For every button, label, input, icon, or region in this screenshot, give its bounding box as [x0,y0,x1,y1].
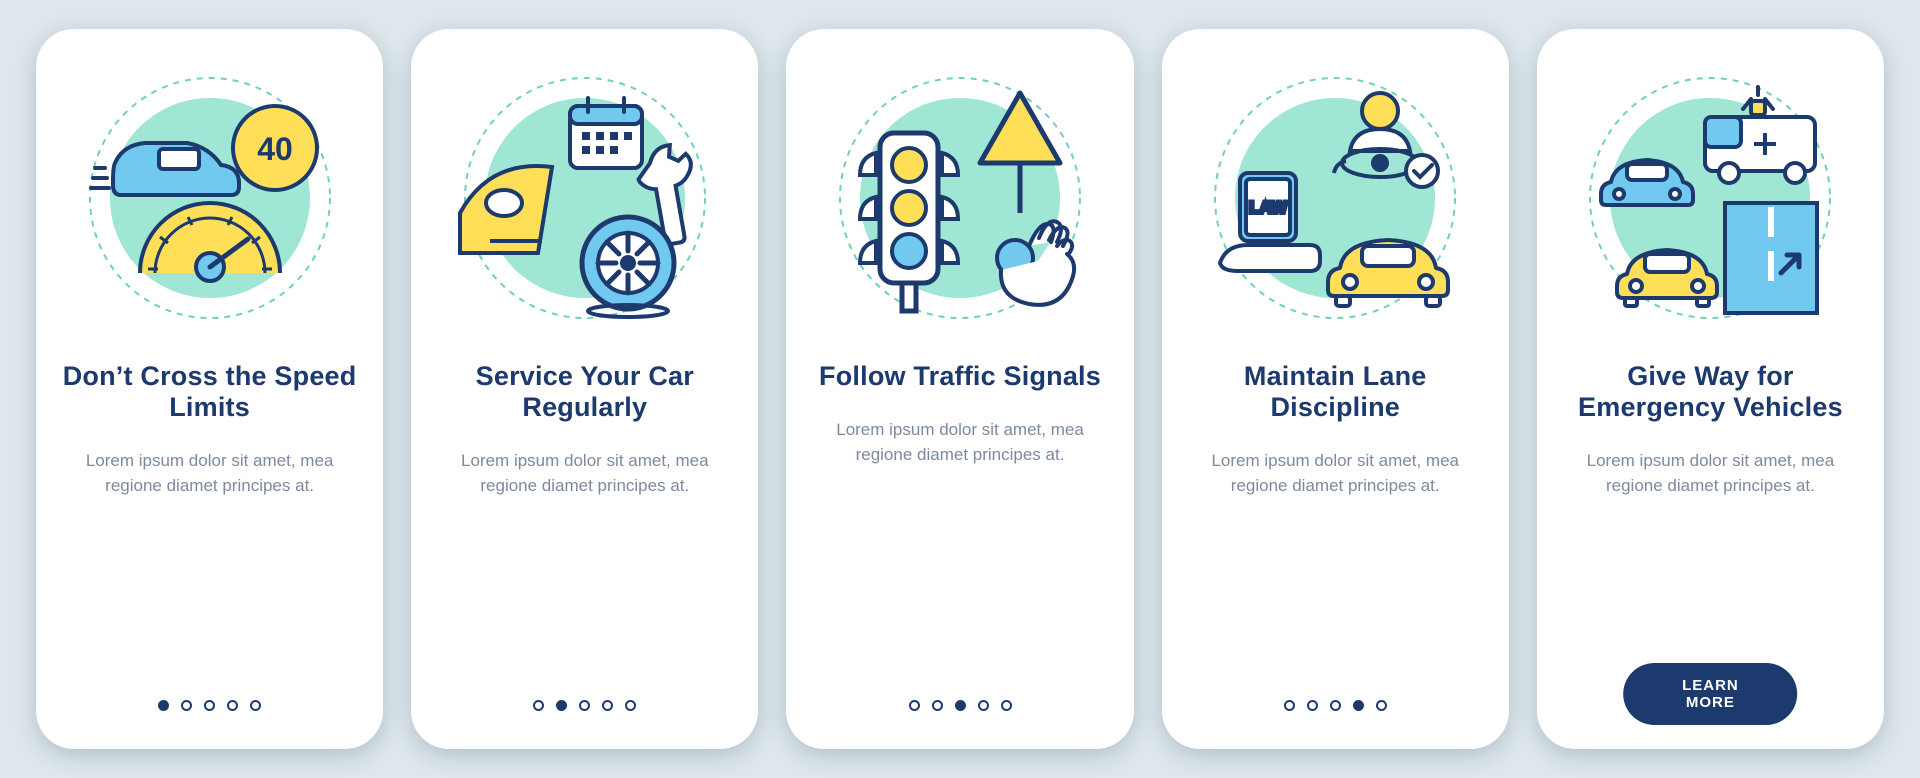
dot[interactable] [909,700,920,711]
dot[interactable] [250,700,261,711]
dot[interactable] [181,700,192,711]
dot[interactable] [602,700,613,711]
card-title: Service Your Car Regularly [437,361,732,423]
emergency-vehicle-icon [1575,63,1845,333]
onboarding-card-lane: LAW Maintain Lane Discipline Lorem ipsum… [1162,29,1509,749]
speed-limit-icon: 40 [75,63,345,333]
traffic-signal-icon [825,63,1095,333]
dot[interactable] [204,700,215,711]
dot-indicator [411,700,758,711]
onboarding-card-service: Service Your Car Regularly Lorem ipsum d… [411,29,758,749]
onboarding-card-speed: 40 [36,29,383,749]
dot[interactable] [978,700,989,711]
card-body: Lorem ipsum dolor sit amet, mea regione … [824,418,1095,467]
card-title: Follow Traffic Signals [819,361,1101,392]
dot[interactable] [1284,700,1295,711]
card-title: Give Way for Emergency Vehicles [1563,361,1858,423]
dot[interactable] [932,700,943,711]
onboarding-card-signals: Follow Traffic Signals Lorem ipsum dolor… [786,29,1133,749]
dot[interactable] [533,700,544,711]
dot[interactable] [1376,700,1387,711]
card-body: Lorem ipsum dolor sit amet, mea regione … [1575,449,1846,498]
car-service-icon [450,63,720,333]
card-title: Don’t Cross the Speed Limits [62,361,357,423]
speed-sign-value: 40 [257,131,293,167]
dot-indicator [786,700,1133,711]
lane-discipline-icon: LAW [1200,63,1470,333]
onboarding-card-emergency: Give Way for Emergency Vehicles Lorem ip… [1537,29,1884,749]
dot[interactable] [158,700,169,711]
card-title: Maintain Lane Discipline [1188,361,1483,423]
dot[interactable] [579,700,590,711]
dot[interactable] [1330,700,1341,711]
dot[interactable] [1001,700,1012,711]
law-label: LAW [1249,198,1288,217]
learn-more-button[interactable]: LEARN MORE [1624,663,1798,725]
dot[interactable] [1307,700,1318,711]
dot-indicator [1162,700,1509,711]
dot[interactable] [1353,700,1364,711]
dot[interactable] [955,700,966,711]
dot[interactable] [227,700,238,711]
dot[interactable] [556,700,567,711]
dot[interactable] [625,700,636,711]
dot-indicator [36,700,383,711]
card-body: Lorem ipsum dolor sit amet, mea regione … [74,449,345,498]
card-body: Lorem ipsum dolor sit amet, mea regione … [449,449,720,498]
card-body: Lorem ipsum dolor sit amet, mea regione … [1200,449,1471,498]
